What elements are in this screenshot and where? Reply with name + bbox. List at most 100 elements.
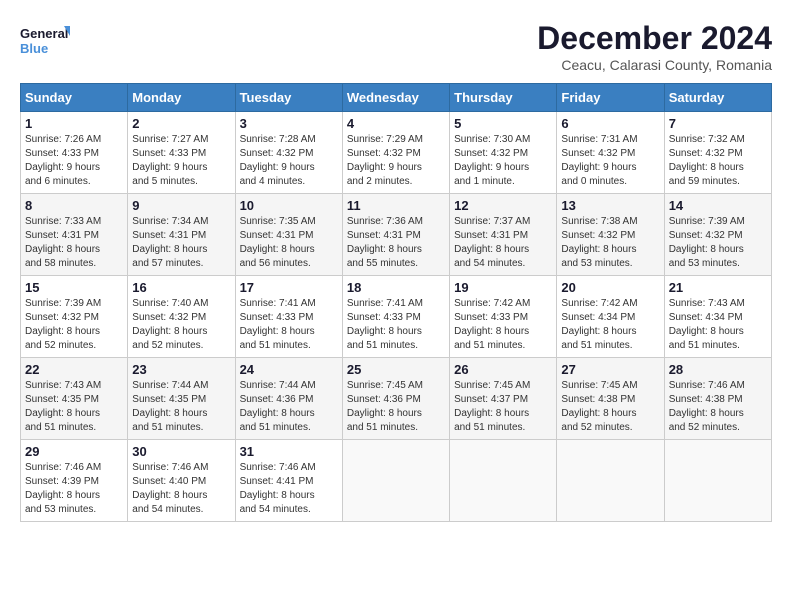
calendar-cell: 15 Sunrise: 7:39 AM Sunset: 4:32 PM Dayli… bbox=[21, 276, 128, 358]
day-number: 14 bbox=[669, 198, 767, 213]
day-info: Sunrise: 7:36 AM Sunset: 4:31 PM Dayligh… bbox=[347, 215, 445, 271]
day-info: Sunrise: 7:28 AM Sunset: 4:32 PM Dayligh… bbox=[240, 133, 338, 189]
day-number: 12 bbox=[454, 198, 552, 213]
calendar-header-wednesday: Wednesday bbox=[342, 84, 449, 112]
day-number: 3 bbox=[240, 116, 338, 131]
day-info: Sunrise: 7:39 AM Sunset: 4:32 PM Dayligh… bbox=[25, 297, 123, 353]
day-info: Sunrise: 7:46 AM Sunset: 4:41 PM Dayligh… bbox=[240, 461, 338, 517]
day-info: Sunrise: 7:46 AM Sunset: 4:38 PM Dayligh… bbox=[669, 379, 767, 435]
day-number: 10 bbox=[240, 198, 338, 213]
day-info: Sunrise: 7:31 AM Sunset: 4:32 PM Dayligh… bbox=[561, 133, 659, 189]
logo: General Blue bbox=[20, 20, 70, 65]
calendar-cell: 12 Sunrise: 7:37 AM Sunset: 4:31 PM Dayli… bbox=[450, 194, 557, 276]
day-number: 30 bbox=[132, 444, 230, 459]
calendar-header-row: SundayMondayTuesdayWednesdayThursdayFrid… bbox=[21, 84, 772, 112]
calendar-cell: 26 Sunrise: 7:45 AM Sunset: 4:37 PM Dayli… bbox=[450, 358, 557, 440]
day-info: Sunrise: 7:32 AM Sunset: 4:32 PM Dayligh… bbox=[669, 133, 767, 189]
day-info: Sunrise: 7:42 AM Sunset: 4:33 PM Dayligh… bbox=[454, 297, 552, 353]
calendar-cell: 31 Sunrise: 7:46 AM Sunset: 4:41 PM Dayli… bbox=[235, 440, 342, 522]
day-info: Sunrise: 7:42 AM Sunset: 4:34 PM Dayligh… bbox=[561, 297, 659, 353]
calendar-week-row: 1Sunrise: 7:26 AM Sunset: 4:33 PM Daylig… bbox=[21, 112, 772, 194]
calendar-cell: 20 Sunrise: 7:42 AM Sunset: 4:34 PM Dayli… bbox=[557, 276, 664, 358]
day-number: 22 bbox=[25, 362, 123, 377]
calendar-header-monday: Monday bbox=[128, 84, 235, 112]
calendar-cell: 1Sunrise: 7:26 AM Sunset: 4:33 PM Daylig… bbox=[21, 112, 128, 194]
calendar-cell: 22 Sunrise: 7:43 AM Sunset: 4:35 PM Dayli… bbox=[21, 358, 128, 440]
day-info: Sunrise: 7:35 AM Sunset: 4:31 PM Dayligh… bbox=[240, 215, 338, 271]
day-number: 25 bbox=[347, 362, 445, 377]
logo-svg: General Blue bbox=[20, 20, 70, 65]
day-number: 9 bbox=[132, 198, 230, 213]
calendar-header-saturday: Saturday bbox=[664, 84, 771, 112]
calendar-cell: 27 Sunrise: 7:45 AM Sunset: 4:38 PM Dayli… bbox=[557, 358, 664, 440]
day-info: Sunrise: 7:43 AM Sunset: 4:35 PM Dayligh… bbox=[25, 379, 123, 435]
calendar-header-tuesday: Tuesday bbox=[235, 84, 342, 112]
day-number: 31 bbox=[240, 444, 338, 459]
month-title: December 2024 bbox=[537, 20, 772, 57]
day-number: 20 bbox=[561, 280, 659, 295]
calendar-header-thursday: Thursday bbox=[450, 84, 557, 112]
day-number: 23 bbox=[132, 362, 230, 377]
day-number: 11 bbox=[347, 198, 445, 213]
calendar-cell: 23 Sunrise: 7:44 AM Sunset: 4:35 PM Dayli… bbox=[128, 358, 235, 440]
day-number: 19 bbox=[454, 280, 552, 295]
title-section: December 2024 Ceacu, Calarasi County, Ro… bbox=[537, 20, 772, 73]
calendar-cell: 24 Sunrise: 7:44 AM Sunset: 4:36 PM Dayli… bbox=[235, 358, 342, 440]
location-subtitle: Ceacu, Calarasi County, Romania bbox=[537, 57, 772, 73]
day-number: 4 bbox=[347, 116, 445, 131]
day-info: Sunrise: 7:46 AM Sunset: 4:40 PM Dayligh… bbox=[132, 461, 230, 517]
day-info: Sunrise: 7:40 AM Sunset: 4:32 PM Dayligh… bbox=[132, 297, 230, 353]
calendar-cell: 21Sunrise: 7:43 AM Sunset: 4:34 PM Dayli… bbox=[664, 276, 771, 358]
day-info: Sunrise: 7:41 AM Sunset: 4:33 PM Dayligh… bbox=[240, 297, 338, 353]
calendar-cell: 14 Sunrise: 7:39 AM Sunset: 4:32 PM Dayli… bbox=[664, 194, 771, 276]
day-number: 8 bbox=[25, 198, 123, 213]
day-number: 6 bbox=[561, 116, 659, 131]
day-number: 5 bbox=[454, 116, 552, 131]
calendar-cell bbox=[450, 440, 557, 522]
day-number: 21 bbox=[669, 280, 767, 295]
day-number: 26 bbox=[454, 362, 552, 377]
calendar-cell: 11 Sunrise: 7:36 AM Sunset: 4:31 PM Dayli… bbox=[342, 194, 449, 276]
svg-text:Blue: Blue bbox=[20, 41, 48, 56]
calendar-cell: 30 Sunrise: 7:46 AM Sunset: 4:40 PM Dayli… bbox=[128, 440, 235, 522]
calendar-cell: 3 Sunrise: 7:28 AM Sunset: 4:32 PM Daylig… bbox=[235, 112, 342, 194]
day-number: 15 bbox=[25, 280, 123, 295]
day-number: 2 bbox=[132, 116, 230, 131]
calendar-cell bbox=[557, 440, 664, 522]
calendar-cell: 8 Sunrise: 7:33 AM Sunset: 4:31 PM Daylig… bbox=[21, 194, 128, 276]
day-number: 28 bbox=[669, 362, 767, 377]
calendar-cell: 2Sunrise: 7:27 AM Sunset: 4:33 PM Daylig… bbox=[128, 112, 235, 194]
calendar-cell: 16 Sunrise: 7:40 AM Sunset: 4:32 PM Dayli… bbox=[128, 276, 235, 358]
calendar-cell: 13 Sunrise: 7:38 AM Sunset: 4:32 PM Dayli… bbox=[557, 194, 664, 276]
calendar-cell: 6 Sunrise: 7:31 AM Sunset: 4:32 PM Daylig… bbox=[557, 112, 664, 194]
day-number: 24 bbox=[240, 362, 338, 377]
calendar-week-row: 8 Sunrise: 7:33 AM Sunset: 4:31 PM Daylig… bbox=[21, 194, 772, 276]
calendar-cell bbox=[664, 440, 771, 522]
day-info: Sunrise: 7:38 AM Sunset: 4:32 PM Dayligh… bbox=[561, 215, 659, 271]
calendar-header-sunday: Sunday bbox=[21, 84, 128, 112]
day-info: Sunrise: 7:45 AM Sunset: 4:38 PM Dayligh… bbox=[561, 379, 659, 435]
day-info: Sunrise: 7:39 AM Sunset: 4:32 PM Dayligh… bbox=[669, 215, 767, 271]
calendar-cell: 29Sunrise: 7:46 AM Sunset: 4:39 PM Dayli… bbox=[21, 440, 128, 522]
day-number: 18 bbox=[347, 280, 445, 295]
day-info: Sunrise: 7:33 AM Sunset: 4:31 PM Dayligh… bbox=[25, 215, 123, 271]
calendar-week-row: 22 Sunrise: 7:43 AM Sunset: 4:35 PM Dayli… bbox=[21, 358, 772, 440]
calendar-cell: 9Sunrise: 7:34 AM Sunset: 4:31 PM Daylig… bbox=[128, 194, 235, 276]
day-number: 13 bbox=[561, 198, 659, 213]
calendar-cell: 25 Sunrise: 7:45 AM Sunset: 4:36 PM Dayli… bbox=[342, 358, 449, 440]
day-number: 27 bbox=[561, 362, 659, 377]
day-info: Sunrise: 7:44 AM Sunset: 4:35 PM Dayligh… bbox=[132, 379, 230, 435]
calendar-cell: 5Sunrise: 7:30 AM Sunset: 4:32 PM Daylig… bbox=[450, 112, 557, 194]
day-info: Sunrise: 7:46 AM Sunset: 4:39 PM Dayligh… bbox=[25, 461, 123, 517]
calendar-cell: 28 Sunrise: 7:46 AM Sunset: 4:38 PM Dayli… bbox=[664, 358, 771, 440]
day-number: 16 bbox=[132, 280, 230, 295]
day-info: Sunrise: 7:29 AM Sunset: 4:32 PM Dayligh… bbox=[347, 133, 445, 189]
calendar-cell: 17 Sunrise: 7:41 AM Sunset: 4:33 PM Dayli… bbox=[235, 276, 342, 358]
calendar-table: SundayMondayTuesdayWednesdayThursdayFrid… bbox=[20, 83, 772, 522]
day-number: 17 bbox=[240, 280, 338, 295]
calendar-week-row: 15 Sunrise: 7:39 AM Sunset: 4:32 PM Dayli… bbox=[21, 276, 772, 358]
day-info: Sunrise: 7:44 AM Sunset: 4:36 PM Dayligh… bbox=[240, 379, 338, 435]
day-info: Sunrise: 7:37 AM Sunset: 4:31 PM Dayligh… bbox=[454, 215, 552, 271]
day-info: Sunrise: 7:45 AM Sunset: 4:37 PM Dayligh… bbox=[454, 379, 552, 435]
day-info: Sunrise: 7:45 AM Sunset: 4:36 PM Dayligh… bbox=[347, 379, 445, 435]
